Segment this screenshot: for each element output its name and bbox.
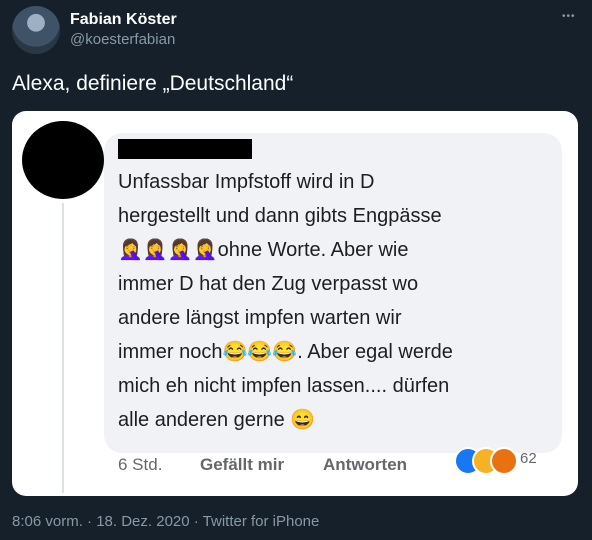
tweet-meta[interactable]: 8:06 vorm. · 18. Dez. 2020 · Twitter for… [12, 513, 319, 530]
facepalm-emoji: 🤦‍♀️🤦‍♀️🤦‍♀️🤦‍♀️ [118, 239, 218, 261]
reply-button[interactable]: Antworten [323, 455, 407, 475]
author-handle[interactable]: @koesterfabian [70, 31, 175, 48]
thread-line [62, 203, 64, 493]
author-name[interactable]: Fabian Köster [70, 11, 177, 29]
reaction-count: 62 [520, 450, 537, 467]
commenter-avatar-redacted [22, 121, 104, 199]
comment-text: Unfassbar Impfstoff wird in D hergestell… [118, 165, 538, 437]
reactions-summary[interactable]: 62 [454, 446, 564, 475]
smile-emoji: 😄 [290, 409, 316, 431]
comment-line: immer D hat den Zug verpasst wo [118, 273, 419, 295]
comment-line: alle anderen gerne 😄 [118, 409, 316, 431]
comment-line: 🤦‍♀️🤦‍♀️🤦‍♀️🤦‍♀️ohne Worte. Aber wie [118, 239, 409, 261]
comment-bubble: Unfassbar Impfstoff wird in D hergestell… [104, 133, 562, 453]
author-avatar[interactable] [12, 6, 60, 54]
comment-line: immer noch😂😂😂. Aber egal werde [118, 341, 453, 363]
commenter-name-redacted [118, 139, 252, 159]
embedded-screenshot[interactable]: Unfassbar Impfstoff wird in D hergestell… [12, 111, 578, 496]
comment-time[interactable]: 6 Std. [118, 455, 162, 475]
angry-icon [490, 447, 518, 475]
crying-laugh-emoji: 😂😂😂 [222, 341, 298, 363]
comment-line: andere längst impfen warten wir [118, 307, 402, 329]
comment-line: Unfassbar Impfstoff wird in D [118, 171, 375, 193]
comment-line: mich eh nicht impfen lassen.... dürfen [118, 375, 450, 397]
like-button[interactable]: Gefällt mir [200, 455, 284, 475]
comment-line: hergestellt und dann gibts Engpässe [118, 205, 442, 227]
more-options-icon[interactable]: ••• [562, 12, 582, 22]
tweet-text: Alexa, definiere „Deutschland“ [12, 72, 294, 95]
